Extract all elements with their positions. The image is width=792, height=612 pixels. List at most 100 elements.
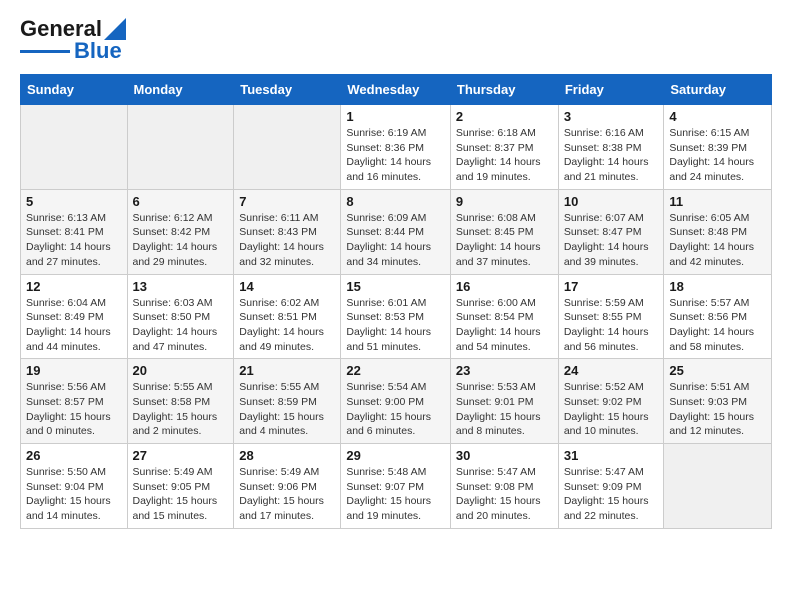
calendar-cell: 30 Sunrise: 5:47 AM Sunset: 9:08 PM Dayli… <box>450 444 558 529</box>
day-number: 22 <box>346 363 445 378</box>
day-number: 19 <box>26 363 122 378</box>
day-number: 15 <box>346 279 445 294</box>
calendar-cell: 5Sunrise: 6:13 AM Sunset: 8:41 PM Daylig… <box>21 189 128 274</box>
day-info: Sunrise: 5:50 AM Sunset: 9:04 PM Dayligh… <box>26 465 122 524</box>
day-info: Sunrise: 5:53 AM Sunset: 9:01 PM Dayligh… <box>456 380 553 439</box>
day-info: Sunrise: 6:03 AM Sunset: 8:50 PM Dayligh… <box>133 296 229 355</box>
day-number: 7 <box>239 194 335 209</box>
day-number: 11 <box>669 194 766 209</box>
day-number: 24 <box>564 363 659 378</box>
calendar-cell: 8Sunrise: 6:09 AM Sunset: 8:44 PM Daylig… <box>341 189 451 274</box>
calendar-cell: 31 Sunrise: 5:47 AM Sunset: 9:09 PM Dayli… <box>558 444 664 529</box>
day-number: 3 <box>564 109 659 124</box>
day-info: Sunrise: 6:07 AM Sunset: 8:47 PM Dayligh… <box>564 211 659 270</box>
day-info: Sunrise: 6:08 AM Sunset: 8:45 PM Dayligh… <box>456 211 553 270</box>
calendar-cell <box>21 105 128 190</box>
day-info: Sunrise: 5:55 AM Sunset: 8:58 PM Dayligh… <box>133 380 229 439</box>
calendar-cell: 11 Sunrise: 6:05 AM Sunset: 8:48 PM Dayli… <box>664 189 772 274</box>
calendar-header-row: SundayMondayTuesdayWednesdayThursdayFrid… <box>21 75 772 105</box>
calendar-cell: 15 Sunrise: 6:01 AM Sunset: 8:53 PM Dayli… <box>341 274 451 359</box>
header-saturday: Saturday <box>664 75 772 105</box>
calendar-cell: 26 Sunrise: 5:50 AM Sunset: 9:04 PM Dayli… <box>21 444 128 529</box>
page: General Blue SundayMondayTuesdayWednesda… <box>0 0 792 539</box>
day-number: 30 <box>456 448 553 463</box>
day-info: Sunrise: 5:59 AM Sunset: 8:55 PM Dayligh… <box>564 296 659 355</box>
day-info: Sunrise: 6:13 AM Sunset: 8:41 PM Dayligh… <box>26 211 122 270</box>
day-info: Sunrise: 5:49 AM Sunset: 9:06 PM Dayligh… <box>239 465 335 524</box>
header-wednesday: Wednesday <box>341 75 451 105</box>
day-info: Sunrise: 5:51 AM Sunset: 9:03 PM Dayligh… <box>669 380 766 439</box>
logo-icon <box>104 18 126 40</box>
day-number: 9 <box>456 194 553 209</box>
day-info: Sunrise: 5:47 AM Sunset: 9:09 PM Dayligh… <box>564 465 659 524</box>
calendar-cell: 12 Sunrise: 6:04 AM Sunset: 8:49 PM Dayli… <box>21 274 128 359</box>
day-number: 31 <box>564 448 659 463</box>
day-info: Sunrise: 6:11 AM Sunset: 8:43 PM Dayligh… <box>239 211 335 270</box>
header-sunday: Sunday <box>21 75 128 105</box>
day-info: Sunrise: 6:04 AM Sunset: 8:49 PM Dayligh… <box>26 296 122 355</box>
calendar-cell: 29 Sunrise: 5:48 AM Sunset: 9:07 PM Dayli… <box>341 444 451 529</box>
day-info: Sunrise: 6:18 AM Sunset: 8:37 PM Dayligh… <box>456 126 553 185</box>
week-row-1: 1Sunrise: 6:19 AM Sunset: 8:36 PM Daylig… <box>21 105 772 190</box>
day-info: Sunrise: 6:12 AM Sunset: 8:42 PM Dayligh… <box>133 211 229 270</box>
day-info: Sunrise: 6:19 AM Sunset: 8:36 PM Dayligh… <box>346 126 445 185</box>
calendar-cell: 23 Sunrise: 5:53 AM Sunset: 9:01 PM Dayli… <box>450 359 558 444</box>
calendar-cell: 13 Sunrise: 6:03 AM Sunset: 8:50 PM Dayli… <box>127 274 234 359</box>
week-row-4: 19 Sunrise: 5:56 AM Sunset: 8:57 PM Dayli… <box>21 359 772 444</box>
calendar-cell: 28 Sunrise: 5:49 AM Sunset: 9:06 PM Dayli… <box>234 444 341 529</box>
header-tuesday: Tuesday <box>234 75 341 105</box>
day-number: 28 <box>239 448 335 463</box>
day-number: 6 <box>133 194 229 209</box>
day-info: Sunrise: 5:47 AM Sunset: 9:08 PM Dayligh… <box>456 465 553 524</box>
day-info: Sunrise: 5:52 AM Sunset: 9:02 PM Dayligh… <box>564 380 659 439</box>
day-info: Sunrise: 6:01 AM Sunset: 8:53 PM Dayligh… <box>346 296 445 355</box>
header-thursday: Thursday <box>450 75 558 105</box>
day-number: 21 <box>239 363 335 378</box>
day-number: 23 <box>456 363 553 378</box>
calendar-cell <box>664 444 772 529</box>
day-number: 16 <box>456 279 553 294</box>
day-info: Sunrise: 6:00 AM Sunset: 8:54 PM Dayligh… <box>456 296 553 355</box>
day-number: 12 <box>26 279 122 294</box>
week-row-2: 5Sunrise: 6:13 AM Sunset: 8:41 PM Daylig… <box>21 189 772 274</box>
calendar-cell: 24 Sunrise: 5:52 AM Sunset: 9:02 PM Dayli… <box>558 359 664 444</box>
day-number: 8 <box>346 194 445 209</box>
day-number: 13 <box>133 279 229 294</box>
calendar-cell <box>127 105 234 190</box>
day-info: Sunrise: 5:54 AM Sunset: 9:00 PM Dayligh… <box>346 380 445 439</box>
day-info: Sunrise: 5:48 AM Sunset: 9:07 PM Dayligh… <box>346 465 445 524</box>
header: General Blue <box>20 16 772 64</box>
week-row-3: 12 Sunrise: 6:04 AM Sunset: 8:49 PM Dayli… <box>21 274 772 359</box>
day-number: 26 <box>26 448 122 463</box>
day-info: Sunrise: 5:57 AM Sunset: 8:56 PM Dayligh… <box>669 296 766 355</box>
day-number: 18 <box>669 279 766 294</box>
day-info: Sunrise: 5:55 AM Sunset: 8:59 PM Dayligh… <box>239 380 335 439</box>
day-info: Sunrise: 5:56 AM Sunset: 8:57 PM Dayligh… <box>26 380 122 439</box>
calendar-cell: 27Sunrise: 5:49 AM Sunset: 9:05 PM Dayli… <box>127 444 234 529</box>
week-row-5: 26 Sunrise: 5:50 AM Sunset: 9:04 PM Dayli… <box>21 444 772 529</box>
day-number: 25 <box>669 363 766 378</box>
calendar-cell: 14Sunrise: 6:02 AM Sunset: 8:51 PM Dayli… <box>234 274 341 359</box>
calendar-cell: 22 Sunrise: 5:54 AM Sunset: 9:00 PM Dayli… <box>341 359 451 444</box>
calendar-cell: 1Sunrise: 6:19 AM Sunset: 8:36 PM Daylig… <box>341 105 451 190</box>
calendar-cell: 6 Sunrise: 6:12 AM Sunset: 8:42 PM Daylig… <box>127 189 234 274</box>
day-number: 4 <box>669 109 766 124</box>
calendar-cell: 2Sunrise: 6:18 AM Sunset: 8:37 PM Daylig… <box>450 105 558 190</box>
calendar-cell: 17 Sunrise: 5:59 AM Sunset: 8:55 PM Dayli… <box>558 274 664 359</box>
calendar-cell: 21 Sunrise: 5:55 AM Sunset: 8:59 PM Dayli… <box>234 359 341 444</box>
calendar-cell: 3Sunrise: 6:16 AM Sunset: 8:38 PM Daylig… <box>558 105 664 190</box>
logo-underline <box>20 50 70 53</box>
day-info: Sunrise: 6:05 AM Sunset: 8:48 PM Dayligh… <box>669 211 766 270</box>
calendar-cell: 19 Sunrise: 5:56 AM Sunset: 8:57 PM Dayli… <box>21 359 128 444</box>
day-number: 29 <box>346 448 445 463</box>
calendar-cell: 18 Sunrise: 5:57 AM Sunset: 8:56 PM Dayli… <box>664 274 772 359</box>
logo-blue: Blue <box>74 38 122 64</box>
header-monday: Monday <box>127 75 234 105</box>
calendar-cell <box>234 105 341 190</box>
calendar-table: SundayMondayTuesdayWednesdayThursdayFrid… <box>20 74 772 529</box>
day-number: 27 <box>133 448 229 463</box>
day-number: 20 <box>133 363 229 378</box>
logo: General Blue <box>20 16 126 64</box>
calendar-cell: 9 Sunrise: 6:08 AM Sunset: 8:45 PM Daylig… <box>450 189 558 274</box>
day-number: 17 <box>564 279 659 294</box>
